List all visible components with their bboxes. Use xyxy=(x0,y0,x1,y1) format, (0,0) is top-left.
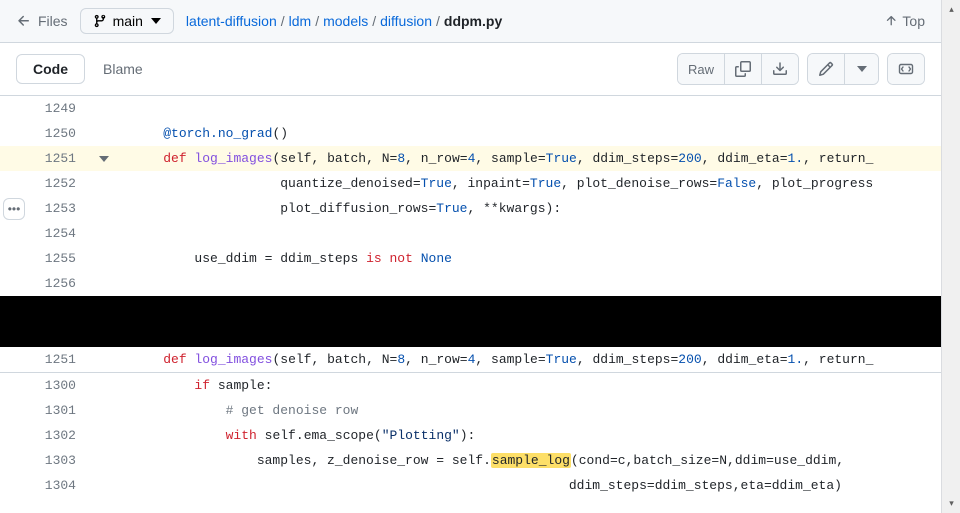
top-label: Top xyxy=(902,13,925,29)
chevron-col xyxy=(92,96,116,121)
line-number: 1253 xyxy=(0,196,92,221)
arrow-left-icon xyxy=(16,13,32,29)
line-content: quantize_denoised=True, inpaint=True, pl… xyxy=(116,171,941,196)
copy-button[interactable] xyxy=(724,54,761,84)
branch-name: main xyxy=(113,13,143,29)
chevron-col xyxy=(92,398,116,423)
line-number: 1302 xyxy=(0,423,92,448)
crumb-3[interactable]: diffusion xyxy=(380,13,432,29)
crumb-2[interactable]: models xyxy=(323,13,368,29)
chevron-col xyxy=(92,171,116,196)
crumb-1[interactable]: ldm xyxy=(289,13,312,29)
line-content: samples, z_denoise_row = self.sample_log… xyxy=(116,448,941,473)
scrollbar-vertical[interactable]: ▴ ▾ xyxy=(941,0,960,513)
line-number: 1252 xyxy=(0,171,92,196)
download-icon xyxy=(772,61,788,77)
chevron-down-icon xyxy=(151,18,161,24)
line-content: @torch.no_grad() xyxy=(116,121,941,146)
code-line[interactable]: 1256 xyxy=(0,271,941,296)
scroll-up-button[interactable]: ▴ xyxy=(942,0,960,19)
file-header: Files main latent-diffusion/ ldm/ models… xyxy=(0,0,941,43)
tab-blame[interactable]: Blame xyxy=(87,55,159,83)
chevron-down-icon xyxy=(98,153,110,165)
code-line[interactable]: 1252 quantize_denoised=True, inpaint=Tru… xyxy=(0,171,941,196)
chevron-down-icon xyxy=(857,66,867,72)
crumb-current: ddpm.py xyxy=(444,13,502,29)
line-content: # get denoise row xyxy=(116,398,941,423)
line-number: 1254 xyxy=(0,221,92,246)
chevron-col xyxy=(92,196,116,221)
chevron-col xyxy=(92,347,116,372)
chevron-col xyxy=(92,423,116,448)
line-number: 1301 xyxy=(0,398,92,423)
chevron-col xyxy=(92,221,116,246)
chevron-col[interactable] xyxy=(92,146,116,171)
files-label: Files xyxy=(38,13,68,29)
line-content: ddim_steps=ddim_steps,eta=ddim_eta) xyxy=(116,473,941,498)
chevron-col xyxy=(92,246,116,271)
line-number: 1304 xyxy=(0,473,92,498)
scroll-top-link[interactable]: Top xyxy=(884,13,925,29)
code-line[interactable]: 1302 with self.ema_scope("Plotting"): xyxy=(0,423,941,448)
edit-menu-button[interactable] xyxy=(844,54,878,84)
edit-button[interactable] xyxy=(808,54,844,84)
chevron-col xyxy=(92,121,116,146)
line-content: plot_diffusion_rows=True, **kwargs): xyxy=(116,196,941,221)
redacted-region xyxy=(0,296,941,347)
code-line[interactable]: 1300 if sample: xyxy=(0,373,941,398)
symbols-button[interactable] xyxy=(888,54,924,84)
line-number: 1303 xyxy=(0,448,92,473)
line-number: 1256 xyxy=(0,271,92,296)
copy-icon xyxy=(735,61,751,77)
download-button[interactable] xyxy=(761,54,798,84)
code-line[interactable]: 1255 use_ddim = ddim_steps is not None xyxy=(0,246,941,271)
line-content xyxy=(116,221,941,246)
arrow-up-icon xyxy=(884,14,898,28)
branch-icon xyxy=(93,14,107,28)
line-content: use_ddim = ddim_steps is not None xyxy=(116,246,941,271)
symbols-icon xyxy=(898,61,914,77)
line-number: 1250 xyxy=(0,121,92,146)
line-number: 1249 xyxy=(0,96,92,121)
chevron-col xyxy=(92,473,116,498)
line-content: def log_images(self, batch, N=8, n_row=4… xyxy=(116,347,941,372)
raw-button[interactable]: Raw xyxy=(678,54,724,84)
code-line[interactable]: 1249 xyxy=(0,96,941,121)
scroll-down-button[interactable]: ▾ xyxy=(942,494,960,513)
chevron-col xyxy=(92,373,116,398)
line-content: if sample: xyxy=(116,373,941,398)
chevron-col xyxy=(92,271,116,296)
code-line[interactable]: 1254 xyxy=(0,221,941,246)
files-link[interactable]: Files xyxy=(16,13,68,29)
line-content xyxy=(116,96,941,121)
code-line[interactable]: 1250 @torch.no_grad() xyxy=(0,121,941,146)
line-content: with self.ema_scope("Plotting"): xyxy=(116,423,941,448)
code-line[interactable]: 1253 plot_diffusion_rows=True, **kwargs)… xyxy=(0,196,941,221)
line-number: 1251 xyxy=(0,347,92,372)
branch-select[interactable]: main xyxy=(80,8,174,34)
code-line[interactable]: 1304 ddim_steps=ddim_steps,eta=ddim_eta) xyxy=(0,473,941,498)
crumb-0[interactable]: latent-diffusion xyxy=(186,13,277,29)
pencil-icon xyxy=(818,61,834,77)
code-line[interactable]: 1301 # get denoise row xyxy=(0,398,941,423)
line-content xyxy=(116,271,941,296)
code-line[interactable]: 1251 def log_images(self, batch, N=8, n_… xyxy=(0,146,941,171)
code-lines-bottom: 1300 if sample:1301 # get denoise row130… xyxy=(0,373,941,498)
line-number: 1255 xyxy=(0,246,92,271)
code-lines-top: 12491250 @torch.no_grad()1251 def log_im… xyxy=(0,96,941,296)
line-content: def log_images(self, batch, N=8, n_row=4… xyxy=(116,146,941,171)
toolbar: Raw xyxy=(677,53,925,85)
line-number: 1251 xyxy=(0,146,92,171)
file-tabs: Code Blame Raw xyxy=(0,43,941,95)
line-number: 1300 xyxy=(0,373,92,398)
code-line[interactable]: 1303 samples, z_denoise_row = self.sampl… xyxy=(0,448,941,473)
tab-code[interactable]: Code xyxy=(16,54,85,84)
breadcrumb: latent-diffusion/ ldm/ models/ diffusion… xyxy=(186,13,502,29)
sticky-function-header[interactable]: 1251 def log_images(self, batch, N=8, n_… xyxy=(0,347,941,373)
chevron-col xyxy=(92,448,116,473)
code-pane-top: ••• 12491250 @torch.no_grad()1251 def lo… xyxy=(0,95,941,296)
